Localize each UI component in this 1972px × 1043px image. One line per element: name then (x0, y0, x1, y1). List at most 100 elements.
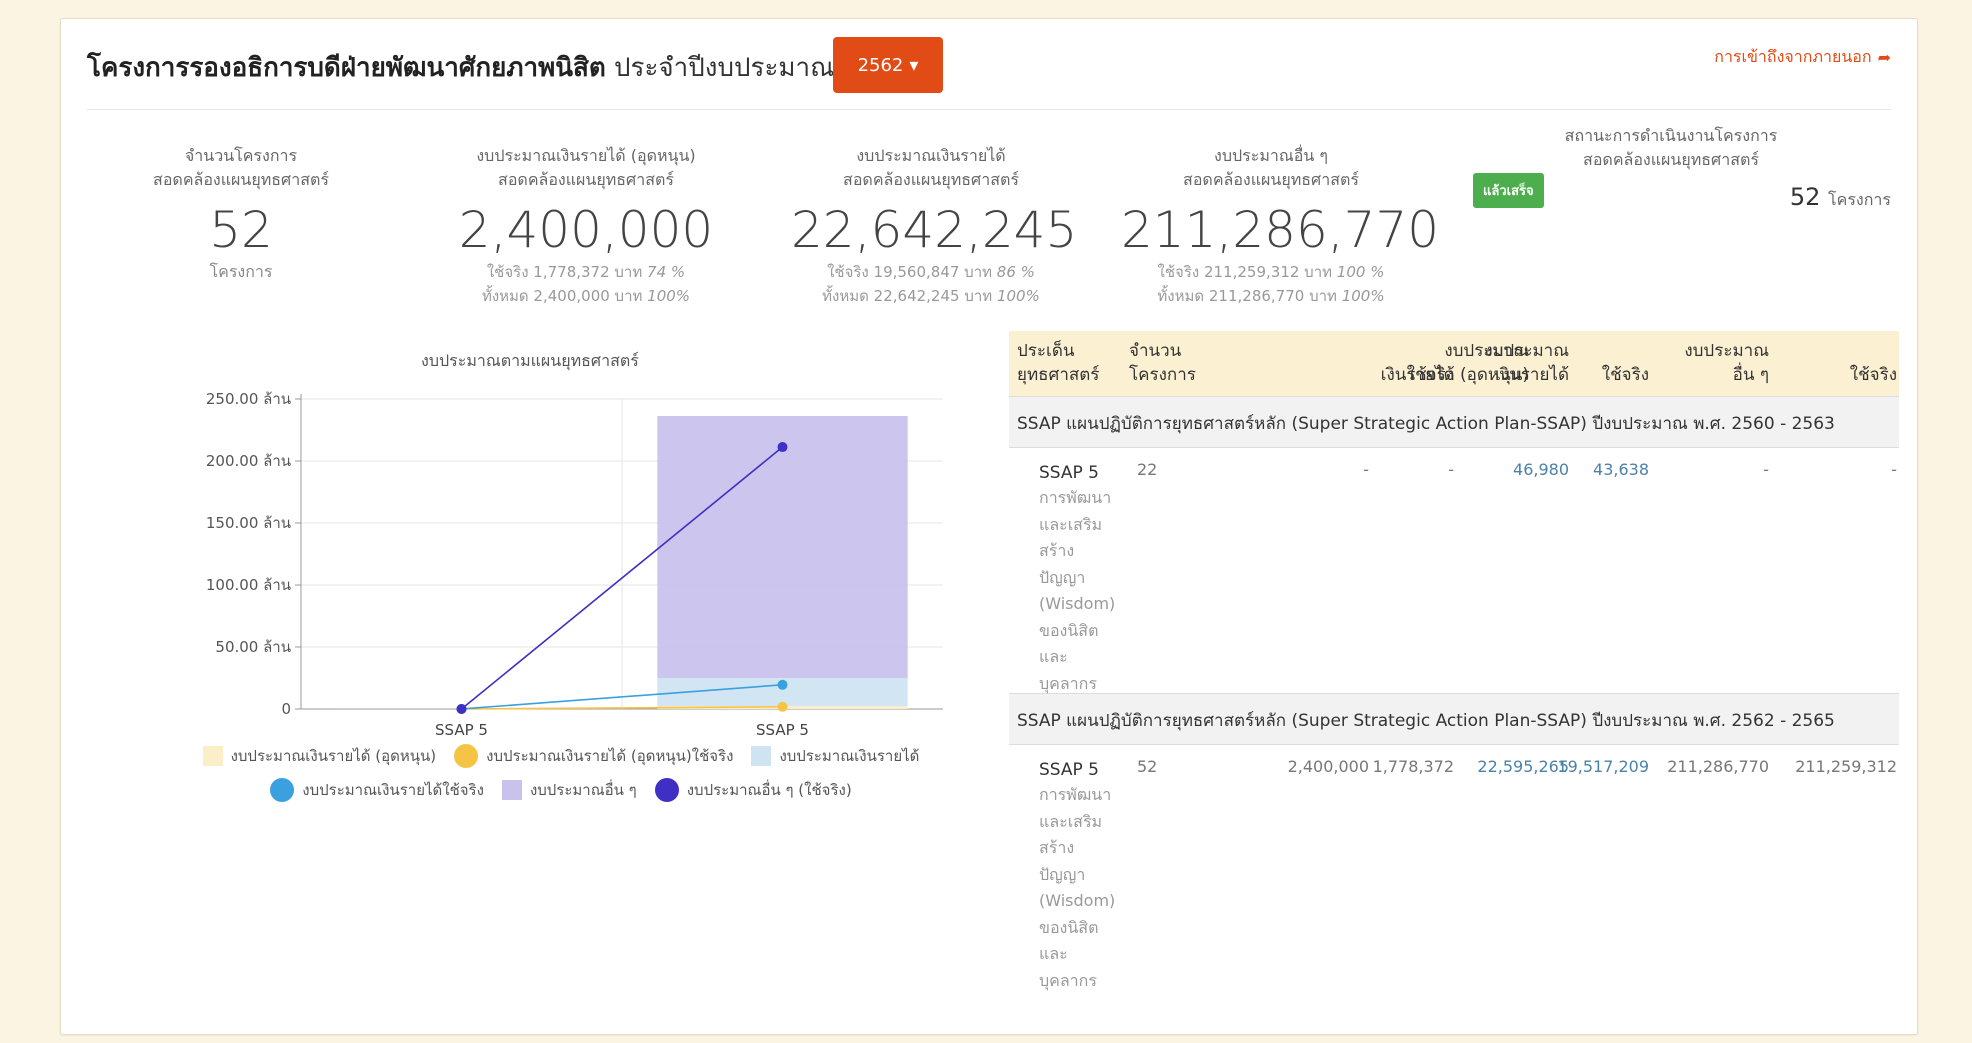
stat-income-label2: สอดคล้องแผนยุทธศาสตร์ (843, 170, 1019, 189)
status-badge: แล้วเสร็จ (1473, 173, 1544, 208)
cell-count: 22 (1137, 460, 1158, 479)
strategy-description: การพัฒนา (1039, 488, 1112, 507)
cell-subsidy-used: - (1448, 460, 1454, 479)
year-dropdown-button[interactable]: 2562 ▾ (833, 37, 943, 93)
column-header-line1: ประเด็น (1017, 341, 1075, 361)
column-header[interactable]: จำนวน โครงการ (1129, 339, 1196, 387)
series-point (777, 701, 788, 712)
stat-projects: จำนวนโครงการ สอดคล้องแผนยุทธศาสตร์ 52 โค… (121, 144, 361, 285)
cell-other: - (1763, 460, 1769, 479)
stat-status-label: สถานะการดำเนินงานโครงการ (1564, 126, 1778, 145)
legend-item[interactable]: งบประมาณเงินรายได้ใช้จริง (270, 778, 484, 802)
divider (87, 109, 1891, 110)
column-header-line1 (1602, 339, 1649, 363)
strategy-code: SSAP 5 (1039, 760, 1099, 780)
stat-other-value: 211,286,770 (1121, 201, 1440, 259)
stat-projects-value: 52 (209, 201, 273, 259)
stat-income: งบประมาณเงินรายได้ สอดคล้องแผนยุทธศาสตร์… (791, 144, 1077, 308)
stat-subsidy-used-pct: 74 % (647, 263, 686, 281)
legend-label: งบประมาณเงินรายได้ (อุดหนุน)ใช้จริง (486, 747, 734, 765)
x-tick-label: SSAP 5 (435, 721, 488, 739)
stat-income-used: ใช้จริง 19,560,847 บาท (827, 263, 993, 281)
cell-count: 52 (1137, 757, 1158, 776)
column-header[interactable]: ใช้จริง (1407, 339, 1454, 387)
strategy-description: ของนิสิต (1039, 620, 1099, 640)
legend-square-icon (751, 746, 772, 766)
legend-item[interactable]: งบประมาณเงินรายได้ (อุดหนุน)ใช้จริง (454, 744, 733, 768)
strategy-code: SSAP 5 (1039, 463, 1099, 483)
cell-other-used: - (1891, 460, 1897, 479)
column-header-line1 (1850, 339, 1897, 363)
group-title: SSAP แผนปฏิบัติการยุทธศาสตร์หลัก (Super … (1017, 414, 1835, 434)
column-header-line1: งบประมาณ (1484, 341, 1569, 361)
stat-projects-unit: โครงการ (209, 262, 273, 281)
strategy-description: การพัฒนา (1039, 785, 1112, 804)
strategy-description: สร้าง (1039, 541, 1075, 560)
column-header-line1: จำนวน (1129, 341, 1182, 361)
stat-subsidy-value: 2,400,000 (458, 201, 714, 259)
cell-subsidy-used: 1,778,372 (1372, 757, 1454, 776)
column-header[interactable]: ประเด็นยุทธศาสตร์ (1017, 339, 1099, 387)
column-header-line1: งบประมาณ (1684, 341, 1769, 361)
stat-subsidy-label: งบประมาณเงินรายได้ (อุดหนุน) (476, 146, 696, 165)
legend-square-icon (501, 780, 522, 800)
table-row: SSAP 5 การพัฒนา และเสริม สร้าง ปัญญา (Wisdom)… (1009, 745, 1899, 990)
y-tick-label: 100.00 ล้าน (206, 576, 291, 594)
y-tick-label: 200.00 ล้าน (206, 452, 291, 470)
external-access-link[interactable]: การเข้าถึงจากภายนอก ➦ (1714, 45, 1891, 70)
stat-income-label: งบประมาณเงินรายได้ (856, 146, 1006, 165)
caret-down-icon: ▾ (909, 54, 919, 76)
strategy-description: บุคลากร (1039, 673, 1097, 693)
table-header: ประเด็นยุทธศาสตร์ จำนวน โครงการ งบประมาณ เงิ… (1009, 331, 1899, 397)
column-header-line2: ใช้จริง (1849, 365, 1897, 385)
strategy-description: ปัญญา (1039, 864, 1086, 884)
column-header[interactable]: งบประมาณ อื่น ๆ (1684, 339, 1769, 387)
legend-circle-icon (270, 778, 295, 802)
stat-subsidy-total: ทั้งหมด 2,400,000 บาท (481, 287, 643, 305)
legend-item[interactable]: งบประมาณเงินรายได้ (751, 744, 919, 768)
status-count-unit: โครงการ (1828, 190, 1891, 209)
strategy-description: และเสริม (1039, 811, 1103, 831)
stat-projects-label: จำนวนโครงการ (184, 146, 298, 165)
legend-circle-icon (654, 778, 679, 802)
legend-label: งบประมาณเงินรายได้ (อุดหนุน) (230, 747, 437, 765)
cell-subsidy: - (1363, 460, 1369, 479)
stat-status: สถานะการดำเนินงานโครงการ สอดคล้องแผนยุทธ… (1551, 124, 1791, 172)
page-title: โครงการรองอธิการบดีฝ่ายพัฒนาศักยภาพนิสิต… (87, 47, 834, 88)
stat-subsidy: งบประมาณเงินรายได้ (อุดหนุน) สอดคล้องแผน… (451, 144, 721, 308)
stat-other-total: ทั้งหมด 211,286,770 บาท (1157, 287, 1337, 305)
stat-other-label2: สอดคล้องแผนยุทธศาสตร์ (1183, 170, 1359, 189)
strategy-description: และ (1039, 647, 1068, 666)
dashboard-card: โครงการรองอธิการบดีฝ่ายพัฒนาศักยภาพนิสิต… (60, 18, 1918, 1035)
stat-subsidy-label2: สอดคล้องแผนยุทธศาสตร์ (498, 170, 674, 189)
column-header-line1 (1407, 339, 1454, 363)
series-point (777, 679, 788, 690)
cell-income-used: 43,638 (1593, 460, 1649, 479)
column-header-line2: ยุทธศาสตร์ (1017, 365, 1100, 385)
strategy-table: ประเด็นยุทธศาสตร์ จำนวน โครงการ งบประมาณ เงิ… (1009, 331, 1899, 990)
strategy-description: และ (1039, 944, 1068, 963)
table-group-header: SSAP แผนปฏิบัติการยุทธศาสตร์หลัก (Super … (1009, 694, 1899, 745)
cell-subsidy: 2,400,000 (1287, 757, 1369, 776)
legend-item[interactable]: งบประมาณอื่น ๆ (ใช้จริง) (654, 778, 852, 802)
bar-segment (657, 416, 908, 679)
stat-subsidy-used: ใช้จริง 1,778,372 บาท (486, 263, 643, 281)
strategy-description: สร้าง (1039, 838, 1075, 857)
strategy-description: ของนิสิต (1039, 917, 1099, 937)
column-header[interactable]: ใช้จริง (1602, 339, 1649, 387)
y-tick-label: 0 (281, 700, 291, 718)
column-header-line2: ใช้จริง (1601, 365, 1649, 385)
legend-item[interactable]: งบประมาณเงินรายได้ (อุดหนุน) (202, 744, 437, 768)
y-tick-label: 150.00 ล้าน (206, 514, 291, 532)
stat-projects-label2: สอดคล้องแผนยุทธศาสตร์ (153, 170, 329, 189)
external-access-label: การเข้าถึงจากภายนอก (1714, 47, 1872, 66)
chart-legend: งบประมาณเงินรายได้ (อุดหนุน) งบประมาณเงิน… (181, 744, 941, 812)
column-header-line2: ใช้จริง (1406, 365, 1454, 385)
stat-income-used-pct: 86 % (996, 263, 1035, 281)
column-header[interactable]: ใช้จริง (1850, 339, 1897, 387)
column-header[interactable]: งบประมาณ เงินรายได้ (1484, 339, 1569, 387)
legend-label: งบประมาณอื่น ๆ (529, 781, 637, 799)
legend-label: งบประมาณเงินรายได้ใช้จริง (302, 781, 484, 799)
cell-income: 46,980 (1513, 460, 1569, 479)
legend-item[interactable]: งบประมาณอื่น ๆ (501, 778, 637, 802)
